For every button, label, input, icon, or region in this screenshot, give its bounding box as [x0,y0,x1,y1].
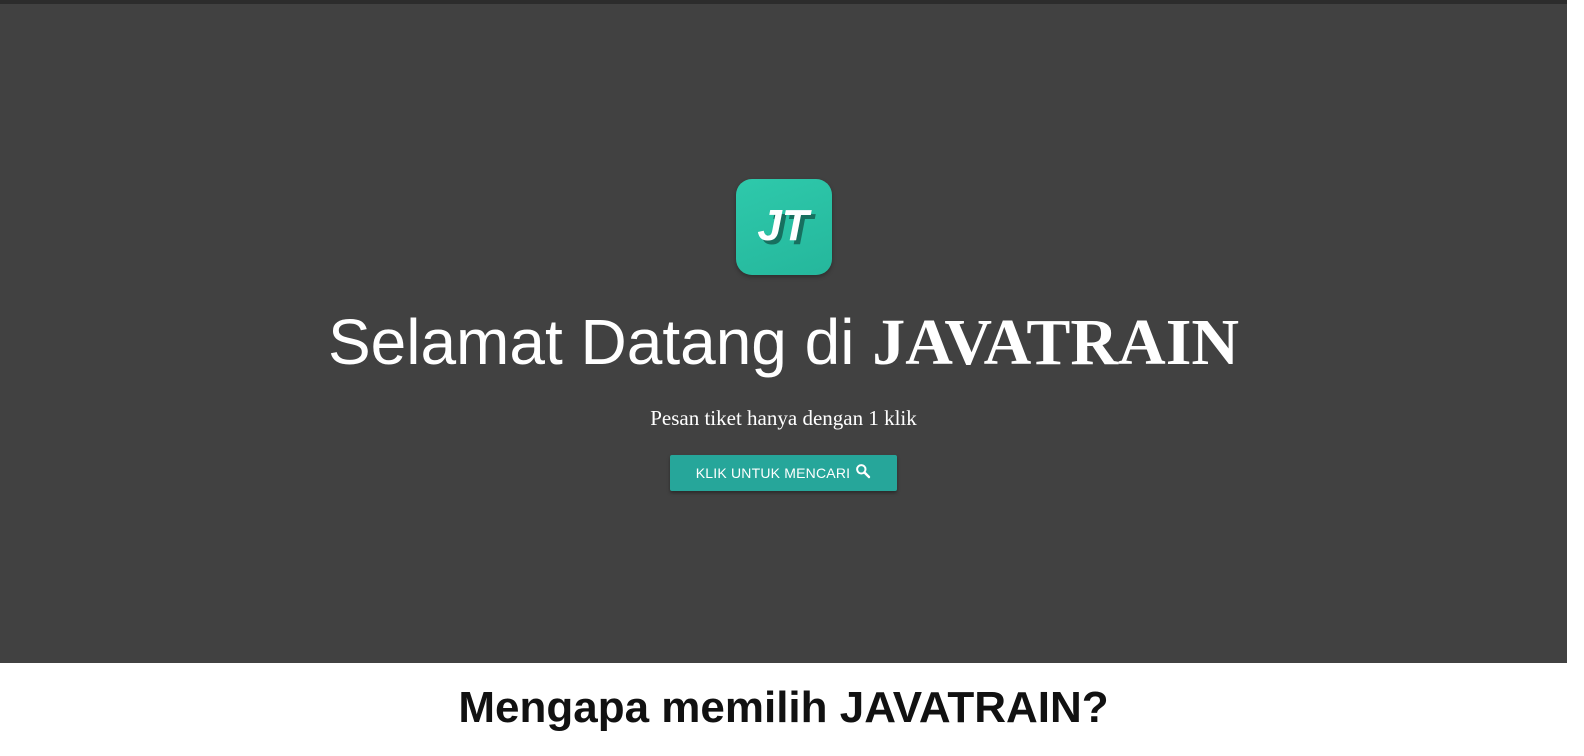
logo-text: JT [757,201,811,250]
hero-section: JT JT Selamat Datang di JAVATRAIN Pesan … [0,4,1567,663]
hero-title: Selamat Datang di JAVATRAIN [0,301,1567,384]
search-button[interactable]: KLIK UNTUK MENCARI [670,455,897,491]
why-heading-prefix: Mengapa memilih [458,683,840,732]
page-scrollbar[interactable] [1567,0,1584,756]
search-icon [855,463,871,479]
javatrain-logo: JT JT [736,179,832,275]
search-button-label: KLIK UNTUK MENCARI [695,465,851,481]
why-heading-suffix: ? [1081,683,1109,732]
hero-title-prefix: Selamat Datang di [327,306,873,378]
why-heading-brand: JAVATRAIN [839,683,1082,732]
logo-emblem: JT JT [757,201,815,254]
hero-title-brand: JAVATRAIN [872,306,1240,379]
why-choose-heading: Mengapa memilih JAVATRAIN? [0,680,1567,736]
hero-subtitle: Pesan tiket hanya dengan 1 klik [650,406,917,430]
